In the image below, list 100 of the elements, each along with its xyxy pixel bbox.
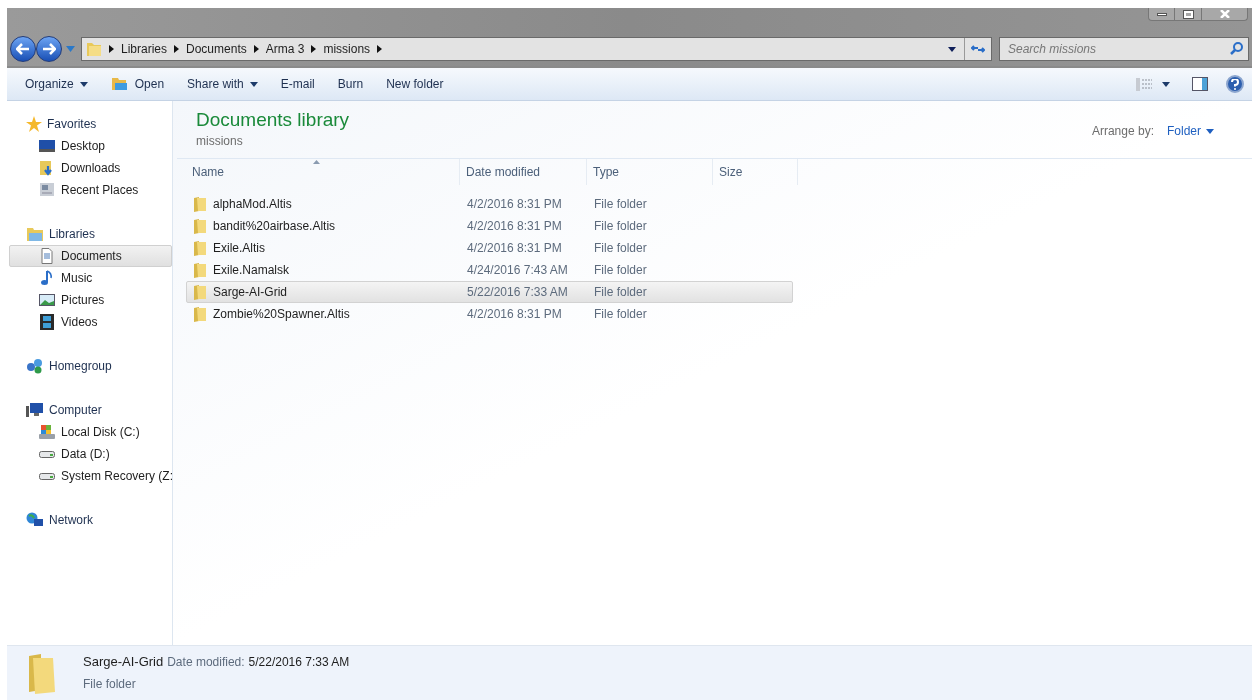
star-icon xyxy=(26,116,42,132)
recent-places-icon xyxy=(39,182,55,198)
drive-icon xyxy=(39,450,55,458)
caret-icon xyxy=(1206,128,1214,134)
nav-group-item[interactable]: Favorites xyxy=(9,113,172,135)
nav-item[interactable]: Videos xyxy=(9,311,172,333)
folder-icon xyxy=(193,262,207,278)
type-cell: File folder xyxy=(594,285,647,299)
nav-item[interactable]: Local Disk (C:) xyxy=(9,421,172,443)
nav-item[interactable]: Data (D:) xyxy=(9,443,172,465)
date-cell: 4/2/2016 8:31 PM xyxy=(467,307,562,321)
chevron-icon[interactable] xyxy=(253,45,259,53)
nav-item[interactable]: Recent Places xyxy=(9,179,172,201)
folder-icon xyxy=(193,306,207,322)
folder-icon xyxy=(110,77,129,91)
file-type: File folder xyxy=(83,675,137,693)
folder-icon xyxy=(193,284,207,300)
file-row[interactable]: Zombie%20Spawner.Altis 4/2/2016 8:31 PM File folder xyxy=(186,303,793,325)
caret-icon xyxy=(249,81,258,87)
forward-button[interactable] xyxy=(36,36,62,62)
toolbar-button[interactable]: Burn xyxy=(327,72,374,96)
date-label: Date modified: xyxy=(167,654,245,671)
music-note-icon xyxy=(39,270,55,286)
open-button[interactable]: Open xyxy=(100,72,175,96)
sort-arrow-icon xyxy=(313,160,320,164)
date-cell: 4/2/2016 8:31 PM xyxy=(467,197,562,211)
list-view-icon xyxy=(1136,77,1152,91)
nav-item[interactable]: Pictures xyxy=(9,289,172,311)
nav-item[interactable]: Downloads xyxy=(9,157,172,179)
nav-group-item[interactable]: Homegroup xyxy=(9,355,172,377)
file-name: Zombie%20Spawner.Altis xyxy=(213,306,350,323)
breadcrumb-item[interactable]: Libraries xyxy=(121,40,168,58)
nav-group-item[interactable]: Network xyxy=(9,509,172,531)
forward-arrow-icon xyxy=(42,43,56,55)
maximize-button[interactable] xyxy=(1175,8,1202,21)
toolbar-button[interactable]: New folder xyxy=(376,72,454,96)
folder-icon xyxy=(193,240,207,256)
caret-icon[interactable] xyxy=(948,46,956,52)
library-title: Documents library xyxy=(196,108,350,132)
date-value: 5/22/2016 7:33 AM xyxy=(248,654,350,671)
folder-icon xyxy=(86,41,102,57)
column-header[interactable]: Size xyxy=(713,159,798,185)
library-subtitle: missions xyxy=(196,133,244,150)
computer-icon xyxy=(26,402,44,418)
file-row[interactable]: Exile.Altis 4/2/2016 8:31 PM File folder xyxy=(186,237,793,259)
chevron-icon[interactable] xyxy=(109,45,114,53)
file-row[interactable]: Sarge-AI-Grid 5/22/2016 7:33 AM File folder xyxy=(186,281,793,303)
nav-item[interactable]: Music xyxy=(9,267,172,289)
close-icon xyxy=(1219,10,1230,18)
file-name: Sarge-AI-Grid xyxy=(213,284,288,301)
column-header[interactable]: Type xyxy=(587,159,713,185)
column-header[interactable]: Name xyxy=(186,159,460,185)
chevron-icon[interactable] xyxy=(174,45,180,53)
type-cell: File folder xyxy=(594,263,647,277)
nav-group-item[interactable]: Libraries xyxy=(9,223,172,245)
close-button[interactable] xyxy=(1202,8,1248,21)
document-icon xyxy=(39,248,55,264)
nav-item[interactable]: Documents xyxy=(9,245,172,267)
arrange-dropdown[interactable]: Folder xyxy=(1167,122,1214,140)
chevron-icon[interactable] xyxy=(377,45,383,53)
folder-icon xyxy=(193,196,207,212)
date-cell: 4/2/2016 8:31 PM xyxy=(467,241,562,255)
column-header[interactable]: Date modified xyxy=(460,159,587,185)
menu-button[interactable]: Share with xyxy=(177,72,268,96)
homegroup-icon xyxy=(26,358,44,374)
address-bar[interactable]: Libraries Documents Arma 3 missions xyxy=(81,37,992,61)
file-row[interactable]: alphaMod.Altis 4/2/2016 8:31 PM File folder xyxy=(186,193,793,215)
menu-button[interactable]: Organize xyxy=(15,72,98,96)
folder-icon xyxy=(193,218,207,234)
back-arrow-icon xyxy=(16,43,30,55)
caret-icon xyxy=(1162,81,1170,87)
caret-icon xyxy=(79,81,88,87)
date-cell: 4/2/2016 8:31 PM xyxy=(467,219,562,233)
picture-icon xyxy=(39,292,55,308)
breadcrumb-item[interactable]: Documents xyxy=(186,40,247,58)
help-icon xyxy=(1231,78,1239,90)
type-cell: File folder xyxy=(594,197,647,211)
file-name: bandit%20airbase.Altis xyxy=(213,218,336,235)
toolbar-button[interactable]: E-mail xyxy=(270,72,325,96)
file-name: Exile.Altis xyxy=(213,240,265,257)
file-row[interactable]: bandit%20airbase.Altis 4/2/2016 8:31 PM File folder xyxy=(186,215,793,237)
refresh-icon xyxy=(971,45,985,53)
minimize-button[interactable] xyxy=(1148,8,1175,21)
breadcrumb-item[interactable]: missions xyxy=(323,40,371,58)
arrange-label: Arrange by: xyxy=(1091,123,1154,140)
nav-item[interactable]: Desktop xyxy=(9,135,172,157)
type-cell: File folder xyxy=(594,307,647,321)
back-button[interactable] xyxy=(10,36,36,62)
search-field[interactable]: Search missions xyxy=(999,37,1249,61)
help-button[interactable] xyxy=(1226,75,1244,93)
nav-item[interactable]: System Recovery (Z: xyxy=(9,465,172,487)
desktop-icon xyxy=(39,138,55,154)
breadcrumb-item[interactable]: Arma 3 xyxy=(265,40,305,58)
file-row[interactable]: Exile.Namalsk 4/24/2016 7:43 AM File folder xyxy=(186,259,793,281)
chevron-icon[interactable] xyxy=(311,45,317,53)
date-cell: 5/22/2016 7:33 AM xyxy=(467,285,568,299)
film-icon xyxy=(39,314,55,330)
drive-icon xyxy=(39,472,55,480)
search-icon xyxy=(1230,42,1243,55)
nav-group-item[interactable]: Computer xyxy=(9,399,172,421)
